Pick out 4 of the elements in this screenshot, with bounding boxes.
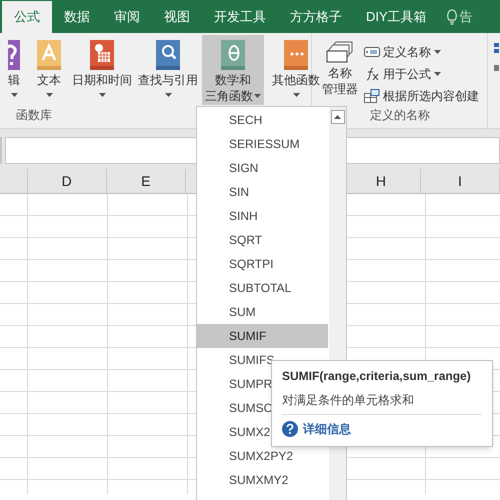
- tooltip-title: SUMIF(range,criteria,sum_range): [282, 368, 472, 384]
- tooltip-description: 对满足条件的单元格求和: [282, 392, 415, 408]
- group-label: 函数库: [16, 107, 52, 124]
- group-label: 定义的名称: [370, 107, 430, 124]
